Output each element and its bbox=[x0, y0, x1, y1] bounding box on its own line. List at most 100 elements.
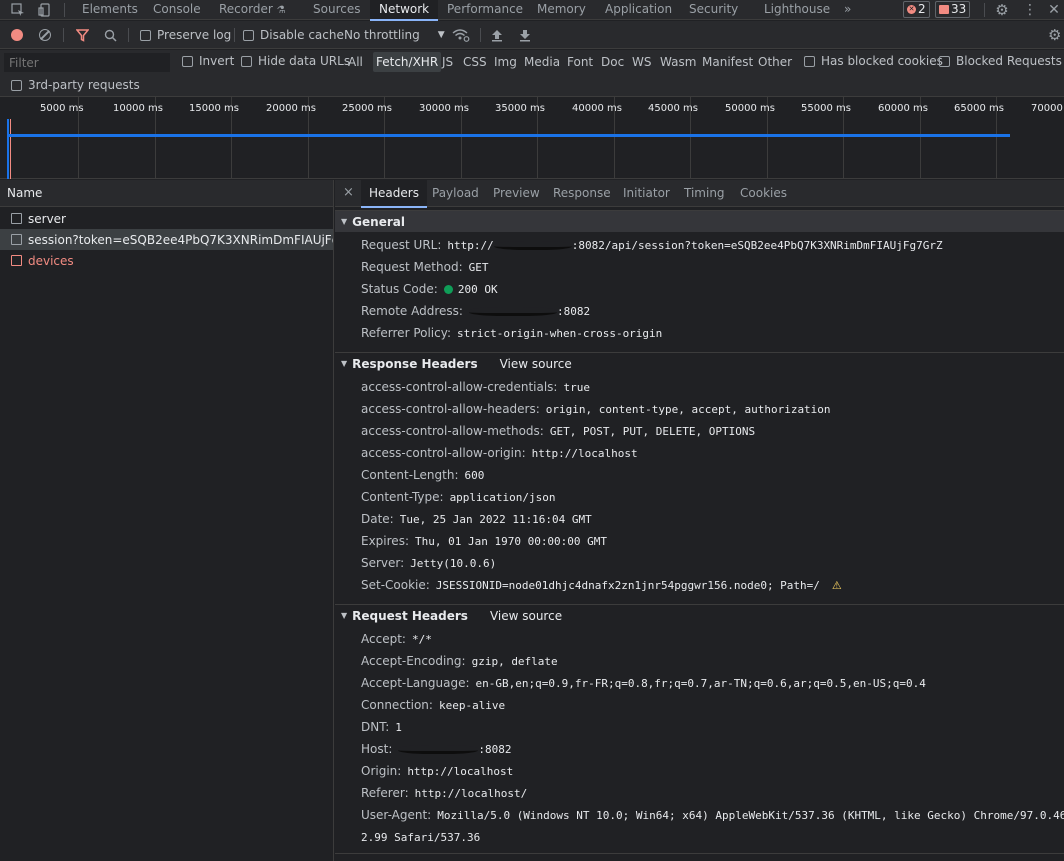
disable-cache-checkbox[interactable]: Disable cache bbox=[243, 21, 344, 49]
search-button[interactable] bbox=[104, 21, 117, 49]
tab-performance[interactable]: Performance bbox=[440, 0, 530, 20]
record-button[interactable] bbox=[11, 21, 23, 49]
network-settings-button[interactable]: ⚙ bbox=[1048, 21, 1061, 49]
filter-type-other[interactable]: Other bbox=[755, 52, 795, 72]
document-icon bbox=[11, 234, 22, 245]
header-value: Thu, 01 Jan 1970 00:00:00 GMT bbox=[414, 534, 608, 548]
tab-security[interactable]: Security bbox=[682, 0, 745, 20]
divider bbox=[335, 853, 1064, 854]
clear-button[interactable] bbox=[39, 21, 51, 49]
load-event-marker bbox=[10, 119, 11, 179]
blocked-requests-checkbox[interactable]: Blocked Requests bbox=[939, 50, 1062, 72]
header-value: http://localhost/ bbox=[414, 786, 528, 800]
filter-type-all[interactable]: All bbox=[345, 52, 366, 72]
header-key: Content-Type: bbox=[361, 490, 444, 504]
response-headers-section-header[interactable]: ▼ Response Headers View source bbox=[335, 352, 1064, 374]
issues-badge[interactable]: 33 bbox=[935, 1, 971, 18]
header-key: Expires: bbox=[361, 534, 409, 548]
filter-type-fetch-xhr[interactable]: Fetch/XHR bbox=[373, 52, 442, 72]
network-conditions-button[interactable] bbox=[452, 21, 470, 49]
header-value: :8082 bbox=[478, 742, 512, 756]
error-icon: ✕ bbox=[907, 5, 916, 14]
filter-toggle-button[interactable] bbox=[76, 21, 89, 49]
filter-type-wasm[interactable]: Wasm bbox=[657, 52, 699, 72]
tab-cookies[interactable]: Cookies bbox=[733, 180, 794, 207]
kebab-menu-icon[interactable]: ⋮ bbox=[1019, 0, 1041, 20]
tab-headers[interactable]: Headers bbox=[361, 180, 427, 208]
view-source-link[interactable]: View source bbox=[500, 357, 572, 371]
filter-type-manifest[interactable]: Manifest bbox=[699, 52, 756, 72]
header-value: http://localhost bbox=[531, 446, 638, 460]
view-source-link[interactable]: View source bbox=[490, 609, 562, 623]
import-har-button[interactable] bbox=[491, 21, 503, 49]
tab-elements[interactable]: Elements bbox=[75, 0, 145, 20]
request-row-session[interactable]: session?token=eSQB2ee4PbQ7K3XNRimDmFIAUj… bbox=[0, 229, 333, 250]
more-tabs-button[interactable]: » bbox=[838, 0, 857, 20]
timeline-tick-label: 40000 ms bbox=[572, 103, 622, 114]
section-title: General bbox=[352, 214, 405, 229]
throttling-select[interactable]: No throttling ▼ bbox=[344, 21, 445, 49]
hide-data-urls-checkbox[interactable]: Hide data URLs bbox=[241, 50, 350, 72]
third-party-checkbox[interactable]: 3rd-party requests bbox=[11, 74, 140, 96]
request-headers-section-header[interactable]: ▼ Request Headers View source bbox=[335, 604, 1064, 626]
header-key: DNT: bbox=[361, 720, 390, 734]
tab-lighthouse[interactable]: Lighthouse bbox=[757, 0, 837, 20]
request-list: Name server session?token=eSQB2ee4PbQ7K3… bbox=[0, 180, 334, 861]
tab-preview[interactable]: Preview bbox=[486, 180, 547, 207]
request-method-row: Request Method: GET bbox=[361, 256, 488, 278]
tab-sources[interactable]: Sources bbox=[306, 0, 367, 20]
request-header-row: DNT: 1 bbox=[361, 716, 402, 738]
gear-icon[interactable]: ⚙ bbox=[991, 0, 1013, 20]
tab-application[interactable]: Application bbox=[598, 0, 679, 20]
timeline-tick-label: 55000 ms bbox=[801, 103, 851, 114]
header-key: Origin: bbox=[361, 764, 402, 778]
tab-initiator[interactable]: Initiator bbox=[616, 180, 677, 207]
filter-type-doc[interactable]: Doc bbox=[598, 52, 627, 72]
filter-type-js[interactable]: JS bbox=[439, 52, 456, 72]
header-value: */* bbox=[411, 632, 432, 646]
filter-type-font[interactable]: Font bbox=[564, 52, 596, 72]
tab-recorder[interactable]: Recorder ⚗ bbox=[212, 0, 293, 20]
tab-memory[interactable]: Memory bbox=[530, 0, 593, 20]
request-row-devices[interactable]: devices bbox=[0, 250, 333, 271]
tab-response[interactable]: Response bbox=[546, 180, 618, 207]
name-column-header[interactable]: Name bbox=[0, 180, 333, 207]
export-har-button[interactable] bbox=[519, 21, 531, 49]
checkbox-box bbox=[939, 55, 950, 67]
network-overview-timeline[interactable]: 5000 ms 10000 ms 15000 ms 20000 ms 25000… bbox=[0, 97, 1064, 179]
timeline-tick-label: 20000 ms bbox=[266, 103, 316, 114]
divider bbox=[984, 3, 985, 17]
warning-icon[interactable]: ⚠ bbox=[832, 579, 842, 592]
filter-type-ws[interactable]: WS bbox=[629, 52, 654, 72]
preserve-log-checkbox[interactable]: Preserve log bbox=[140, 21, 231, 49]
filter-type-img[interactable]: Img bbox=[491, 52, 520, 72]
filter-input[interactable] bbox=[4, 53, 170, 72]
expand-triangle-icon: ▼ bbox=[341, 611, 348, 620]
general-section-header[interactable]: ▼ General bbox=[335, 210, 1064, 232]
request-row-server[interactable]: server bbox=[0, 208, 333, 229]
response-header-row: Server: Jetty(10.0.6) bbox=[361, 552, 496, 574]
close-details-icon[interactable]: × bbox=[343, 180, 354, 207]
filter-type-css[interactable]: CSS bbox=[460, 52, 490, 72]
response-header-row: access-control-allow-credentials: true bbox=[361, 376, 590, 398]
has-blocked-cookies-label: Has blocked cookies bbox=[821, 54, 943, 68]
header-key: Connection: bbox=[361, 698, 433, 712]
header-value: 2.99 Safari/537.36 bbox=[361, 830, 481, 844]
tab-console[interactable]: Console bbox=[146, 0, 208, 20]
filter-type-media[interactable]: Media bbox=[521, 52, 563, 72]
inspect-element-icon[interactable] bbox=[7, 0, 29, 20]
hide-data-urls-label: Hide data URLs bbox=[258, 54, 351, 68]
close-devtools-icon[interactable]: ✕ bbox=[1043, 0, 1064, 20]
header-key: Referrer Policy: bbox=[361, 326, 451, 340]
errors-badge[interactable]: ✕ 2 bbox=[903, 1, 930, 18]
has-blocked-cookies-checkbox[interactable]: Has blocked cookies bbox=[804, 50, 943, 72]
device-toolbar-icon[interactable] bbox=[34, 0, 56, 20]
header-key: access-control-allow-methods: bbox=[361, 424, 544, 438]
tab-timing[interactable]: Timing bbox=[677, 180, 732, 207]
divider bbox=[128, 28, 129, 42]
tab-network[interactable]: Network bbox=[370, 0, 439, 21]
status-ok-icon bbox=[443, 284, 453, 294]
tab-payload[interactable]: Payload bbox=[425, 180, 486, 207]
request-header-row: Accept-Encoding: gzip, deflate bbox=[361, 650, 558, 672]
invert-checkbox[interactable]: Invert bbox=[182, 50, 234, 72]
